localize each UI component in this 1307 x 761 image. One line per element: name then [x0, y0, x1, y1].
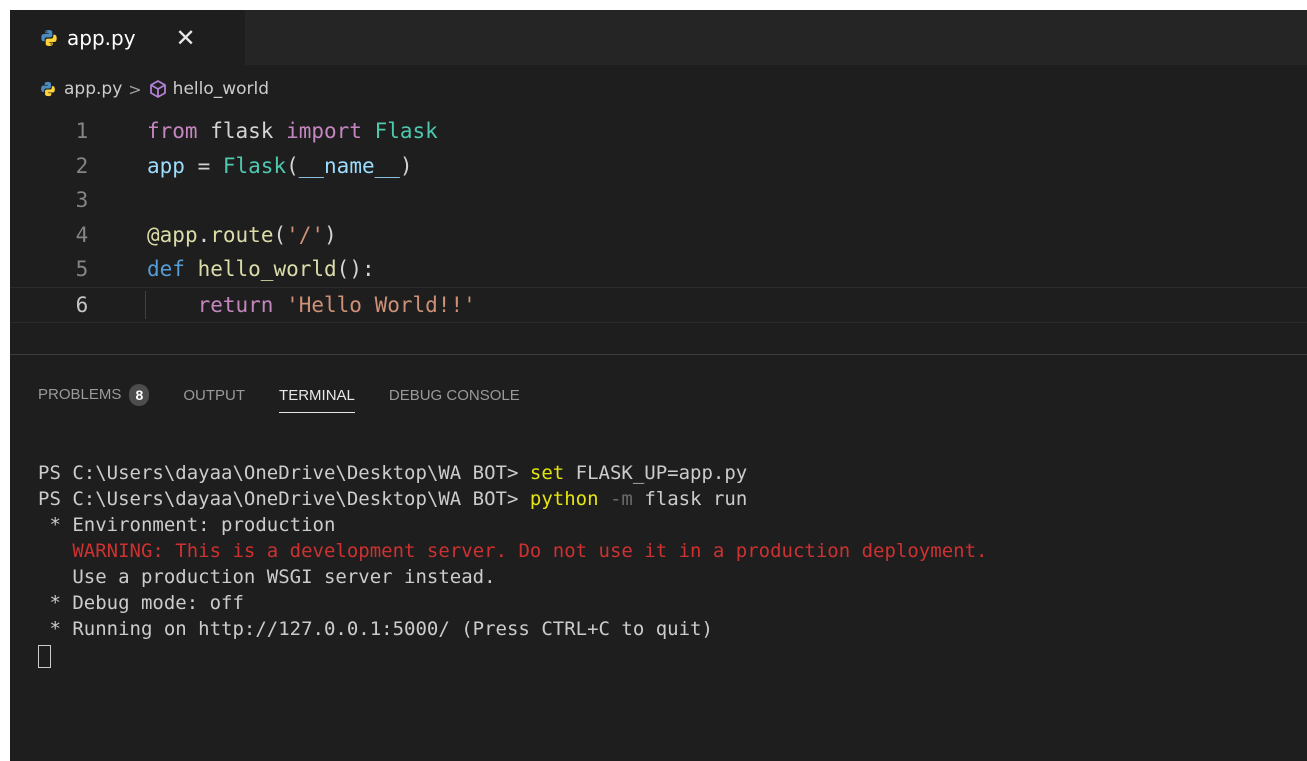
code-line[interactable]: 3	[10, 183, 1307, 217]
panel-tab-label: OUTPUT	[183, 386, 246, 404]
terminal-line: Use a production WSGI server instead.	[38, 564, 1298, 590]
breadcrumb-separator: >	[128, 79, 142, 99]
terminal-cursor-line	[38, 642, 1298, 668]
code-token: ():	[336, 257, 375, 281]
code-text: return 'Hello World!!'	[147, 288, 476, 322]
terminal-cursor	[38, 645, 51, 668]
terminal-text: set	[529, 462, 565, 484]
code-token: Flask	[374, 119, 438, 143]
code-token: =	[184, 153, 223, 178]
tab-label: app.py	[67, 25, 136, 50]
tab-output[interactable]: OUTPUT	[183, 387, 245, 404]
code-token: Flask	[222, 153, 287, 178]
line-number: 2	[75, 153, 89, 178]
terminal-text: PS C:\Users\dayaa\OneDrive\Desktop\WA BO…	[38, 462, 530, 484]
line-number: 3	[75, 188, 89, 212]
code-token: hello_world	[197, 257, 337, 281]
breadcrumb-file[interactable]: app.py	[64, 79, 122, 99]
breadcrumb: app.py > hello_world	[40, 76, 269, 102]
terminal-line: PS C:\Users\dayaa\OneDrive\Desktop\WA BO…	[38, 486, 1298, 512]
code-token: )	[324, 222, 337, 247]
editor-tab-bar: app.py ✕	[10, 10, 1307, 65]
panel-tab-label: PROBLEMS	[38, 385, 122, 403]
indent-guide	[145, 290, 146, 319]
terminal-line: * Environment: production	[38, 512, 1298, 538]
tab-debug-console[interactable]: DEBUG CONSOLE	[389, 387, 520, 404]
code-text: def hello_world():	[147, 252, 375, 286]
terminal-text: FLASK_UP=app.py	[564, 462, 748, 484]
line-number: 6	[75, 292, 89, 317]
terminal-text: python	[529, 488, 599, 510]
terminal-output[interactable]: PS C:\Users\dayaa\OneDrive\Desktop\WA BO…	[38, 460, 1298, 668]
code-token: __name__	[298, 153, 400, 178]
code-line[interactable]: 4 @app.route('/')	[10, 218, 1307, 252]
terminal-text: * Debug mode: off	[38, 592, 244, 614]
vscode-window: app.py ✕ app.py > hello_world 1 from flas…	[10, 10, 1307, 761]
terminal-line: * Running on http://127.0.0.1:5000/ (Pre…	[38, 616, 1298, 642]
code-token: .	[197, 222, 211, 247]
code-token: return	[197, 292, 274, 317]
method-cube-icon	[149, 80, 166, 98]
code-token: import	[286, 119, 362, 143]
line-number: 5	[75, 257, 89, 281]
code-token: app	[159, 222, 198, 247]
code-token: 'Hello World!!'	[286, 292, 476, 317]
panel-divider	[10, 354, 1307, 355]
code-text: @app.route('/')	[147, 218, 337, 252]
line-number: 4	[75, 222, 89, 247]
code-token: app	[147, 153, 185, 178]
code-token: (	[273, 222, 287, 247]
terminal-text: * Running on http://127.0.0.1:5000/ (Pre…	[38, 618, 713, 640]
code-token: flask	[197, 119, 287, 143]
code-line[interactable]: 1 from flask import Flask	[10, 114, 1307, 148]
code-token: (	[286, 153, 299, 178]
breadcrumb-symbol[interactable]: hello_world	[173, 79, 269, 99]
code-token: '/'	[286, 222, 325, 247]
terminal-text: WARNING: This is a development server. D…	[72, 540, 988, 562]
terminal-text: -m	[609, 488, 633, 510]
code-token: route	[210, 222, 274, 247]
code-token: @	[147, 222, 160, 247]
close-icon[interactable]: ✕	[176, 26, 196, 50]
code-text: from flask import Flask	[147, 114, 438, 148]
python-icon	[41, 29, 57, 46]
terminal-line: WARNING: This is a development server. D…	[38, 538, 1298, 564]
terminal-text: * Environment: production	[38, 514, 336, 536]
tab-terminal[interactable]: TERMINAL	[279, 386, 355, 413]
panel-tab-bar: PROBLEMS 8 OUTPUT TERMINAL DEBUG CONSOLE	[38, 378, 554, 413]
editor-tab-app-py[interactable]: app.py ✕	[10, 10, 245, 65]
code-line[interactable]: 5 def hello_world():	[10, 252, 1307, 286]
terminal-text: Use a production WSGI server instead.	[38, 566, 496, 588]
line-number: 1	[75, 119, 89, 143]
terminal-text: flask run	[632, 488, 748, 510]
terminal-line: PS C:\Users\dayaa\OneDrive\Desktop\WA BO…	[38, 460, 1298, 486]
code-text: app = Flask(__name__)	[147, 149, 413, 183]
code-line[interactable]: 2 app = Flask(__name__)	[10, 149, 1307, 183]
terminal-text: PS C:\Users\dayaa\OneDrive\Desktop\WA BO…	[38, 488, 530, 510]
problems-count-badge: 8	[129, 384, 150, 406]
code-line[interactable]: 6 return 'Hello World!!'	[10, 286, 1307, 323]
panel-tab-label: TERMINAL	[279, 386, 355, 404]
code-token: from	[147, 119, 198, 143]
terminal-line: * Debug mode: off	[38, 590, 1298, 616]
python-icon	[41, 81, 55, 97]
panel-tab-label: DEBUG CONSOLE	[388, 386, 520, 404]
code-token: )	[399, 153, 413, 178]
tab-problems[interactable]: PROBLEMS 8	[38, 384, 150, 406]
code-token: def	[147, 257, 185, 281]
